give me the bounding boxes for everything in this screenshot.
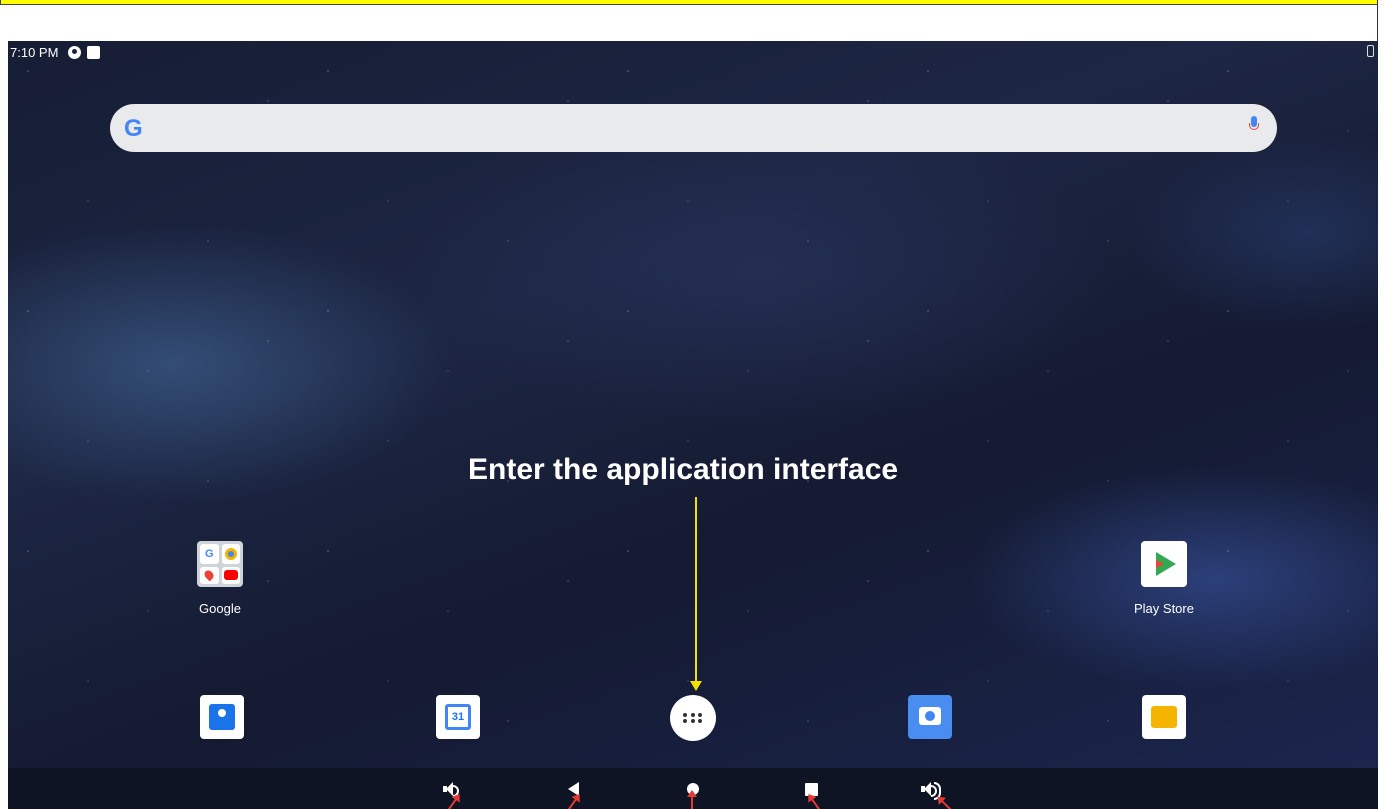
annotation-arrow bbox=[690, 497, 702, 691]
callout-arrow-recents bbox=[811, 798, 822, 809]
right-border-rail bbox=[1377, 0, 1384, 809]
notification-app-icon bbox=[68, 45, 82, 59]
app-drawer-icon bbox=[683, 713, 703, 723]
contacts-app-icon[interactable] bbox=[200, 695, 244, 739]
battery-icon bbox=[1367, 45, 1374, 57]
tablet-home-screen: 7:10 PM G Enter the application interfac… bbox=[8, 41, 1378, 809]
status-time: 7:10 PM bbox=[10, 44, 59, 60]
status-bar: 7:10 PM bbox=[8, 41, 1378, 63]
files-app-icon[interactable] bbox=[1142, 695, 1186, 739]
google-folder-icon: G bbox=[197, 541, 243, 587]
camera-app-icon[interactable] bbox=[908, 695, 952, 739]
calendar-app-icon[interactable]: 31 bbox=[436, 695, 480, 739]
app-play-store[interactable]: Play Store bbox=[1114, 541, 1214, 616]
callout-arrow-back bbox=[566, 798, 577, 809]
callout-arrow-home bbox=[687, 790, 697, 809]
google-logo-icon: G bbox=[124, 115, 143, 142]
callout-arrow-volume-down bbox=[446, 798, 457, 809]
app-google-folder[interactable]: G Google bbox=[170, 541, 270, 616]
play-store-icon bbox=[1141, 541, 1187, 587]
google-search-bar[interactable]: G bbox=[110, 104, 1277, 152]
notification-square-icon bbox=[87, 45, 101, 59]
annotation-label: Enter the application interface bbox=[468, 453, 899, 486]
screenshot-frame: 7:10 PM G Enter the application interfac… bbox=[0, 0, 1384, 809]
app-label-play-store: Play Store bbox=[1134, 601, 1194, 616]
calendar-date: 31 bbox=[445, 704, 471, 730]
top-white-strip bbox=[0, 5, 1384, 41]
microphone-icon[interactable] bbox=[1249, 116, 1259, 132]
volume-up-icon[interactable] bbox=[920, 780, 941, 800]
app-label-google: Google bbox=[199, 601, 241, 616]
wallpaper-stars bbox=[8, 41, 1378, 809]
all-apps-button[interactable] bbox=[670, 695, 716, 741]
navigation-bar bbox=[8, 768, 1378, 809]
callout-arrow-volume-up bbox=[940, 799, 954, 809]
